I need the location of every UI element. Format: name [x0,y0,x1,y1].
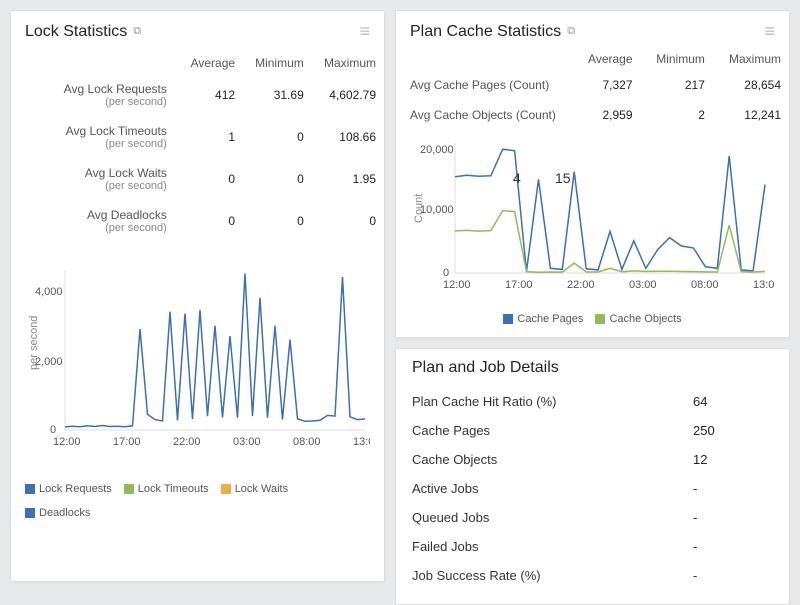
col-maximum: Maximum [713,48,789,70]
plan-stats-title: Plan Cache Statistics ⧉ [410,23,575,41]
plan-stats-table: Average Minimum Maximum Avg Cache Pages … [396,48,789,130]
popout-icon[interactable]: ⧉ [133,25,141,38]
table-row: Avg Cache Pages (Count)7,32721728,654 [396,70,789,100]
legend-lock-waits: Lock Waits [235,483,288,495]
popout-icon[interactable]: ⧉ [567,25,575,38]
lock-statistics-card: Lock Statistics ⧉ ≡ Average Minimum Maxi… [10,10,385,582]
col-average: Average [573,48,641,70]
details-row: Failed Jobs- [412,532,773,561]
col-average: Average [179,52,243,74]
svg-text:03:00: 03:00 [629,279,657,291]
details-row: Active Jobs- [412,474,773,503]
svg-text:13:0..: 13:0.. [353,436,370,448]
svg-text:17:00: 17:00 [113,436,141,448]
table-row: Avg Lock Waits(per second)001.95 [11,158,384,200]
lock-stats-table: Average Minimum Maximum Avg Lock Request… [11,52,384,242]
legend-deadlocks: Deadlocks [39,507,90,519]
ytick: 0 [50,424,56,436]
details-row: Plan Cache Hit Ratio (%)64 [412,387,773,416]
card-menu-icon[interactable]: ≡ [764,21,775,42]
chart-annotation: 4 [513,170,521,186]
svg-text:22:00: 22:00 [173,436,201,448]
col-minimum: Minimum [641,48,713,70]
svg-text:03:00: 03:00 [233,436,261,448]
table-row: Avg Cache Objects (Count)2,959212,241 [396,100,789,130]
table-row: Avg Deadlocks(per second)000 [11,200,384,242]
lock-stats-title: Lock Statistics ⧉ [25,23,141,41]
col-maximum: Maximum [312,52,384,74]
svg-text:08:00: 08:00 [293,436,321,448]
plan-stats-title-text: Plan Cache Statistics [410,23,561,41]
details-row: Cache Objects12 [412,445,773,474]
plan-cache-statistics-card: Plan Cache Statistics ⧉ ≡ Average Minimu… [395,10,790,338]
legend-cache-pages: Cache Pages [517,313,583,325]
ytick: 0 [443,267,449,279]
ytick: 20,000 [420,144,454,156]
svg-text:12:00: 12:00 [443,279,471,291]
ytick: 4,000 [35,286,63,298]
details-row: Cache Pages250 [412,416,773,445]
details-row: Queued Jobs- [412,503,773,532]
legend-lock-timeouts: Lock Timeouts [138,483,209,495]
table-row: Avg Lock Requests(per second)41231.694,6… [11,74,384,116]
svg-text:08:00: 08:00 [691,279,719,291]
col-minimum: Minimum [243,52,312,74]
table-row: Avg Lock Timeouts(per second)10108.66 [11,116,384,158]
lock-chart: per second 4,000 2,000 0 12:0017:0022:00… [25,260,370,460]
svg-text:12:00: 12:00 [53,436,81,448]
svg-text:13:0..: 13:0.. [753,279,775,291]
plan-chart: Count 20,000 10,000 0 12:0017:0022:0003:… [410,138,775,308]
svg-text:17:00: 17:00 [505,279,533,291]
legend-lock-requests: Lock Requests [39,483,112,495]
details-title: Plan and Job Details [412,359,773,377]
ytick: 10,000 [420,204,454,216]
svg-text:22:00: 22:00 [567,279,595,291]
plan-job-details-card: Plan and Job Details Plan Cache Hit Rati… [395,348,790,605]
lock-legend: Lock Requests Lock Timeouts Lock Waits D… [11,477,384,531]
chart-annotation: 15 [555,170,571,186]
ytick: 2,000 [35,356,63,368]
legend-cache-objects: Cache Objects [609,313,681,325]
card-menu-icon[interactable]: ≡ [359,21,370,42]
details-row: Job Success Rate (%)- [412,561,773,590]
lock-stats-title-text: Lock Statistics [25,23,127,41]
